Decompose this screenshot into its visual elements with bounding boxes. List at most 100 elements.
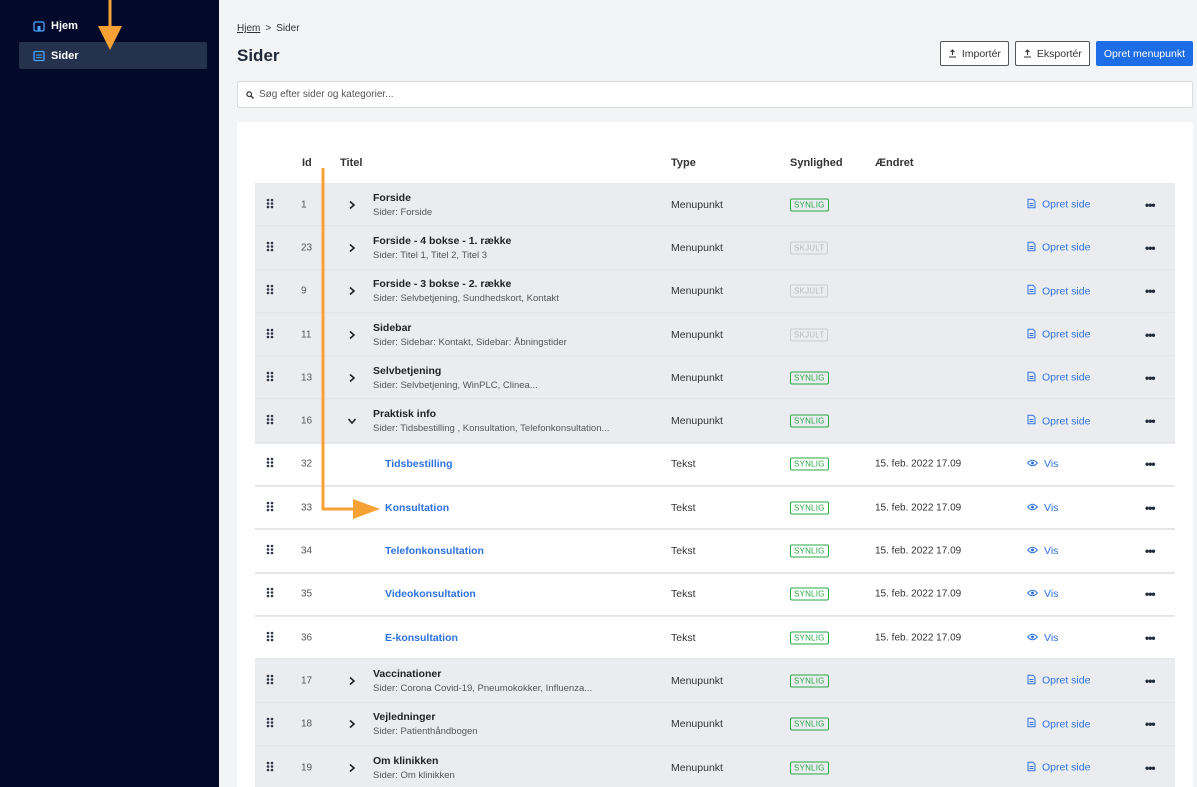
- chevron-right-icon[interactable]: [347, 676, 357, 686]
- export-button[interactable]: Eksportér: [1014, 41, 1090, 66]
- drag-handle-icon[interactable]: [266, 457, 276, 471]
- create-page-link[interactable]: Opret side: [1027, 718, 1090, 731]
- table-row[interactable]: 36 E-konsultation Tekst SYNLIG 15. feb. 2022…: [255, 615, 1175, 660]
- page-link[interactable]: E-konsultation: [385, 632, 458, 644]
- more-options-icon[interactable]: •••: [1145, 587, 1156, 601]
- drag-handle-icon[interactable]: [266, 501, 276, 515]
- drag-handle-icon[interactable]: [266, 241, 276, 255]
- drag-handle-icon[interactable]: [266, 371, 276, 385]
- table-row[interactable]: 23 Forside - 4 bokse - 1. række Sider: Tit…: [255, 226, 1175, 270]
- chevron-right-icon[interactable]: [347, 200, 357, 210]
- drag-handle-icon[interactable]: [266, 587, 276, 601]
- visibility-badge[interactable]: SYNLIG: [790, 631, 829, 645]
- more-options-icon[interactable]: •••: [1145, 631, 1156, 645]
- drag-handle-icon[interactable]: [266, 717, 276, 731]
- create-page-link[interactable]: Opret side: [1027, 761, 1090, 774]
- visibility-badge[interactable]: SKJULT: [790, 328, 829, 342]
- view-link[interactable]: Vis: [1027, 632, 1058, 644]
- search-input[interactable]: [259, 89, 859, 100]
- drag-handle-icon[interactable]: [266, 761, 276, 775]
- visibility-badge[interactable]: SYNLIG: [790, 717, 829, 731]
- more-options-icon[interactable]: •••: [1145, 457, 1156, 471]
- more-options-icon[interactable]: •••: [1145, 544, 1156, 558]
- table-row[interactable]: 1 Forside Sider: Forside Menupunkt SYNLIG Opr…: [255, 183, 1175, 227]
- chevron-right-icon[interactable]: [347, 373, 357, 383]
- chevron-right-icon[interactable]: [347, 286, 357, 296]
- table-row[interactable]: 9 Forside - 3 bokse - 2. række Sider: Selv…: [255, 269, 1175, 313]
- visibility-badge[interactable]: SYNLIG: [790, 544, 829, 558]
- breadcrumb-link-hjem[interactable]: Hjem: [237, 23, 260, 34]
- visibility-badge[interactable]: SKJULT: [790, 241, 829, 255]
- row-changed-date: 15. feb. 2022 17.09: [875, 545, 962, 557]
- chevron-right-icon[interactable]: [347, 763, 357, 773]
- table-row[interactable]: 18 Vejledninger Sider: Patienthåndbogen Men…: [255, 702, 1175, 746]
- chevron-right-icon[interactable]: [347, 243, 357, 253]
- drag-handle-icon[interactable]: [266, 198, 276, 212]
- sidebar-item-sider[interactable]: Sider: [19, 42, 207, 69]
- create-page-link[interactable]: Opret side: [1027, 674, 1090, 687]
- more-options-icon[interactable]: •••: [1145, 414, 1156, 428]
- create-page-link[interactable]: Opret side: [1027, 241, 1090, 254]
- table-row[interactable]: 32 Tidsbestilling Tekst SYNLIG 15. feb. 2022…: [255, 442, 1175, 487]
- more-options-icon[interactable]: •••: [1145, 761, 1156, 775]
- more-options-icon[interactable]: •••: [1145, 371, 1156, 385]
- create-page-link[interactable]: Opret side: [1027, 328, 1090, 341]
- view-link[interactable]: Vis: [1027, 458, 1058, 470]
- visibility-badge[interactable]: SYNLIG: [790, 761, 829, 774]
- view-link[interactable]: Vis: [1027, 545, 1058, 557]
- page-link[interactable]: Konsultation: [385, 502, 449, 514]
- visibility-badge[interactable]: SYNLIG: [790, 457, 829, 471]
- column-header-type[interactable]: Type: [671, 157, 696, 169]
- view-link[interactable]: Vis: [1027, 588, 1058, 600]
- page-link[interactable]: Tidsbestilling: [385, 458, 452, 470]
- column-header-id[interactable]: Id: [302, 157, 312, 169]
- more-options-icon[interactable]: •••: [1145, 674, 1156, 688]
- page-link[interactable]: Videokonsultation: [385, 588, 476, 600]
- visibility-badge[interactable]: SYNLIG: [790, 198, 829, 212]
- column-header-visibility[interactable]: Synlighed: [790, 157, 843, 169]
- visibility-badge[interactable]: SYNLIG: [790, 587, 829, 601]
- create-page-link[interactable]: Opret side: [1027, 285, 1090, 298]
- row-title-group: Forside Sider: Forside: [373, 192, 432, 218]
- sidebar-item-hjem[interactable]: Hjem: [19, 12, 207, 39]
- table-row[interactable]: 11 Sidebar Sider: Sidebar: Kontakt, Sideba…: [255, 312, 1175, 357]
- drag-handle-icon[interactable]: [266, 328, 276, 342]
- create-page-link[interactable]: Opret side: [1027, 414, 1090, 428]
- more-options-icon[interactable]: •••: [1145, 328, 1156, 342]
- drag-handle-icon[interactable]: [266, 414, 276, 428]
- drag-handle-icon[interactable]: [266, 674, 276, 688]
- chevron-right-icon[interactable]: [347, 330, 357, 340]
- view-link[interactable]: Vis: [1027, 502, 1058, 514]
- visibility-badge[interactable]: SYNLIG: [790, 674, 829, 688]
- column-header-title[interactable]: Titel: [340, 157, 362, 169]
- import-button[interactable]: Importér: [939, 41, 1009, 66]
- drag-handle-icon[interactable]: [266, 284, 276, 298]
- table-row[interactable]: 35 Videokonsultation Tekst SYNLIG 15. feb. 2…: [255, 572, 1175, 616]
- visibility-badge[interactable]: SYNLIG: [790, 414, 829, 428]
- drag-handle-icon[interactable]: [266, 544, 276, 558]
- drag-handle-icon[interactable]: [266, 631, 276, 645]
- create-page-link[interactable]: Opret side: [1027, 198, 1090, 211]
- row-type: Menupunkt: [671, 328, 723, 341]
- search-bar[interactable]: [237, 81, 1193, 108]
- chevron-right-icon[interactable]: [347, 719, 357, 729]
- table-row[interactable]: 16 Praktisk info Sider: Tidsbestilling , K…: [255, 399, 1175, 443]
- create-menu-item-button[interactable]: Opret menupunkt: [1095, 41, 1193, 66]
- more-options-icon[interactable]: •••: [1145, 241, 1156, 255]
- table-row[interactable]: 13 Selvbetjening Sider: Selvbetjening, Win…: [255, 356, 1175, 400]
- table-row[interactable]: 17 Vaccinationer Sider: Corona Covid-19, P…: [255, 659, 1175, 703]
- visibility-badge[interactable]: SKJULT: [790, 284, 829, 298]
- visibility-badge[interactable]: SYNLIG: [790, 501, 829, 515]
- more-options-icon[interactable]: •••: [1145, 198, 1156, 212]
- page-link[interactable]: Telefonkonsultation: [385, 545, 484, 557]
- chevron-down-icon[interactable]: [347, 416, 357, 426]
- visibility-badge[interactable]: SYNLIG: [790, 371, 829, 385]
- more-options-icon[interactable]: •••: [1145, 717, 1156, 731]
- more-options-icon[interactable]: •••: [1145, 284, 1156, 298]
- table-row[interactable]: 33 Konsultation Tekst SYNLIG 15. feb. 2022 1…: [255, 486, 1175, 530]
- column-header-changed[interactable]: Ændret: [875, 157, 914, 169]
- table-row[interactable]: 34 Telefonkonsultation Tekst SYNLIG 15. feb.…: [255, 529, 1175, 573]
- more-options-icon[interactable]: •••: [1145, 501, 1156, 515]
- create-page-link[interactable]: Opret side: [1027, 371, 1090, 384]
- table-row[interactable]: 19 Om klinikken Sider: Om klinikken Menupun…: [255, 745, 1175, 787]
